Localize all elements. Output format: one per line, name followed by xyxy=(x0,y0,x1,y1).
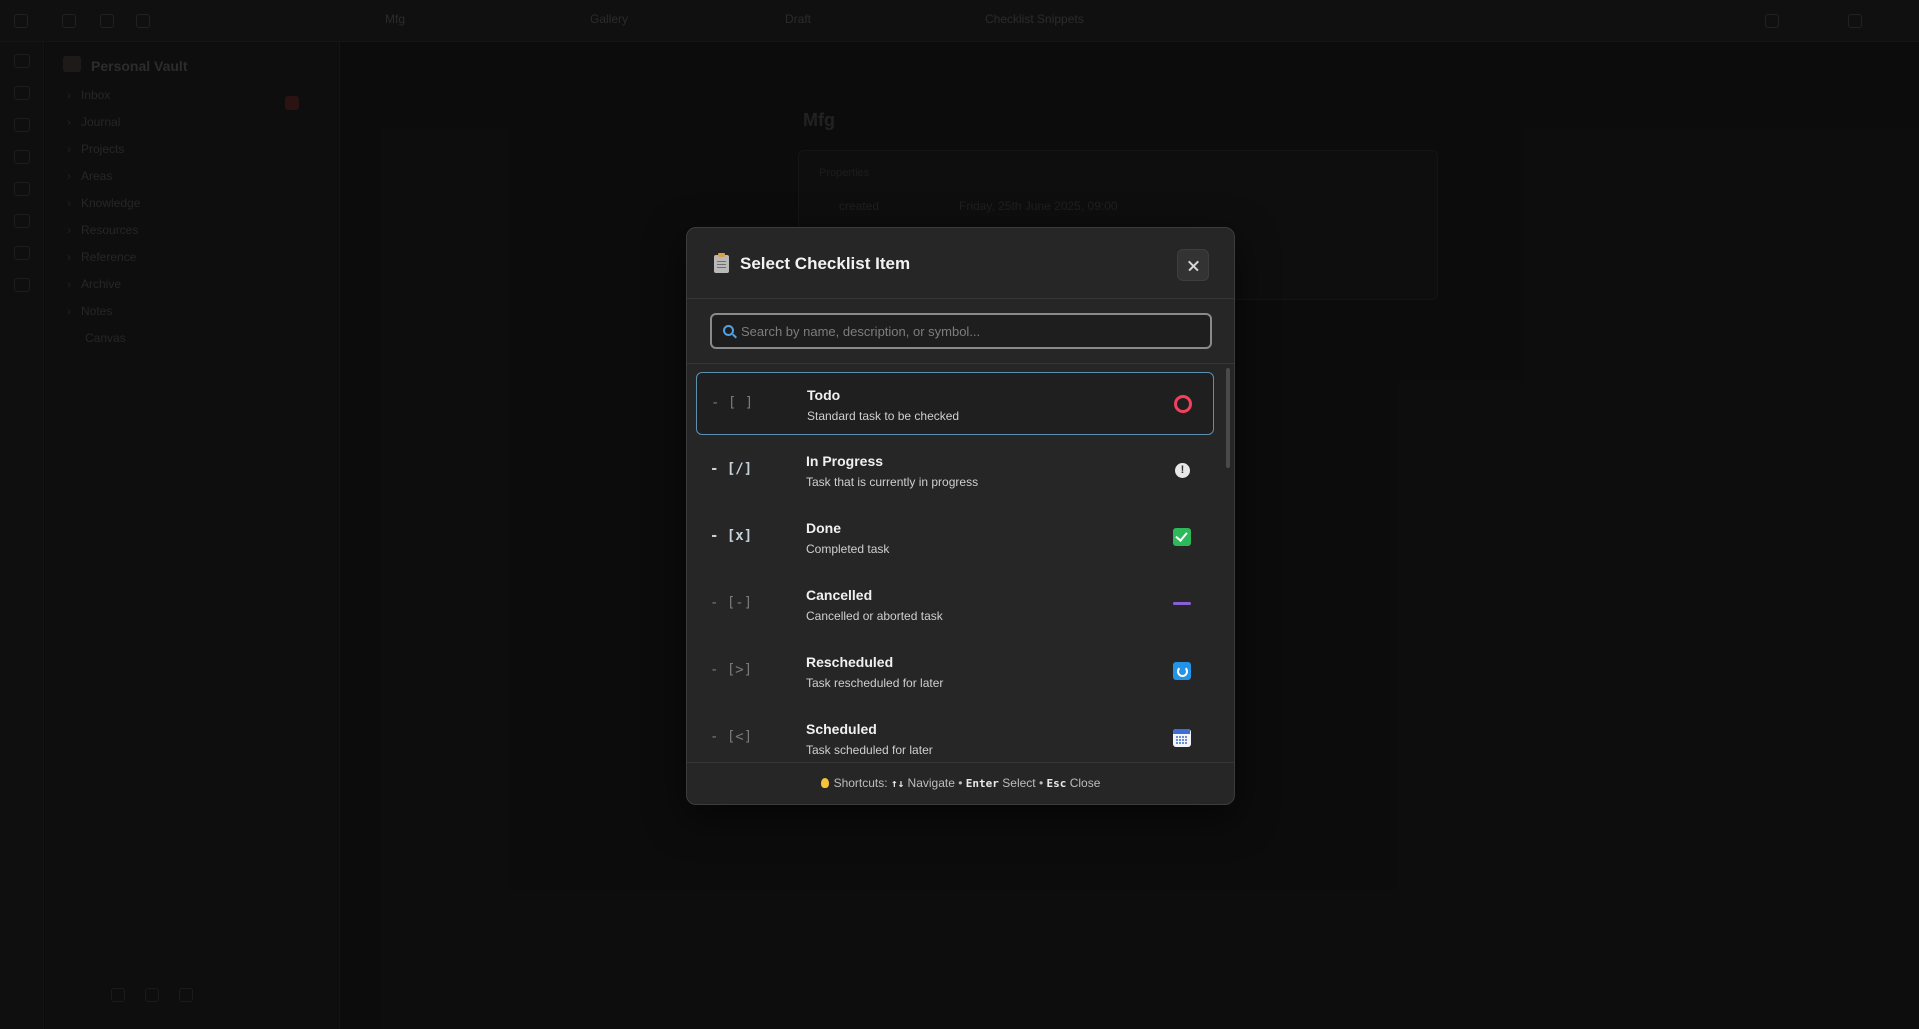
close-button[interactable] xyxy=(1177,249,1209,281)
checklist-modal: Select Checklist Item - [ ] Todo Standar… xyxy=(686,227,1235,805)
item-name: Done xyxy=(806,520,841,536)
search-input[interactable] xyxy=(741,315,1206,347)
purple-dash-icon xyxy=(1173,602,1191,605)
lightbulb-icon xyxy=(820,778,829,788)
item-description: Standard task to be checked xyxy=(807,409,960,423)
item-description: Task that is currently in progress xyxy=(806,475,979,489)
refresh-icon xyxy=(1173,662,1191,680)
navigate-key: ↑↓ xyxy=(890,777,905,790)
item-name: Rescheduled xyxy=(806,654,894,670)
list-item-scheduled[interactable]: - [<] Scheduled Task scheduled for later xyxy=(696,707,1214,762)
list-item-cancelled[interactable]: - [-] Cancelled Cancelled or aborted tas… xyxy=(696,573,1214,636)
item-symbol: - [-] xyxy=(710,595,753,611)
item-symbol: - [x] xyxy=(710,528,753,544)
list-scrollbar[interactable] xyxy=(1226,368,1230,468)
modal-title: Select Checklist Item xyxy=(740,254,911,273)
list-item-todo[interactable]: - [ ] Todo Standard task to be checked xyxy=(696,372,1214,435)
red-circle-icon xyxy=(1174,395,1192,413)
item-name: Scheduled xyxy=(806,721,877,737)
search-icon xyxy=(723,325,734,336)
item-description: Completed task xyxy=(806,542,890,556)
item-symbol: - [<] xyxy=(710,729,753,745)
list-item-done[interactable]: - [x] Done Completed task xyxy=(696,506,1214,569)
item-description: Task scheduled for later xyxy=(806,743,933,757)
item-name: Todo xyxy=(807,387,841,403)
calendar-icon xyxy=(1173,729,1191,747)
esc-key: Esc xyxy=(1046,777,1067,790)
clipboard-icon xyxy=(714,253,729,273)
shortcuts-footer: Shortcuts: ↑↓ Navigate • Enter Select • … xyxy=(687,762,1234,804)
item-symbol: - [>] xyxy=(710,662,753,678)
item-symbol: - [/] xyxy=(710,461,753,477)
list-item-rescheduled[interactable]: - [>] Rescheduled Task rescheduled for l… xyxy=(696,640,1214,703)
modal-header: Select Checklist Item xyxy=(687,228,1234,299)
enter-key: Enter xyxy=(965,777,999,790)
item-description: Cancelled or aborted task xyxy=(806,609,943,623)
item-name: In Progress xyxy=(806,453,884,469)
exclamation-icon xyxy=(1175,463,1190,478)
close-label: Close xyxy=(1069,776,1101,790)
green-check-icon xyxy=(1173,528,1191,546)
item-symbol: - [ ] xyxy=(711,395,754,411)
select-label: Select • xyxy=(1002,776,1044,790)
item-description: Task rescheduled for later xyxy=(806,676,944,690)
list-item-in-progress[interactable]: - [/] In Progress Task that is currently… xyxy=(696,439,1214,502)
navigate-label: Navigate • xyxy=(907,776,963,790)
shortcuts-label: Shortcuts: xyxy=(833,776,888,790)
search-box[interactable] xyxy=(710,313,1212,349)
checklist-item-list[interactable]: - [ ] Todo Standard task to be checked -… xyxy=(687,364,1234,762)
item-name: Cancelled xyxy=(806,587,873,603)
